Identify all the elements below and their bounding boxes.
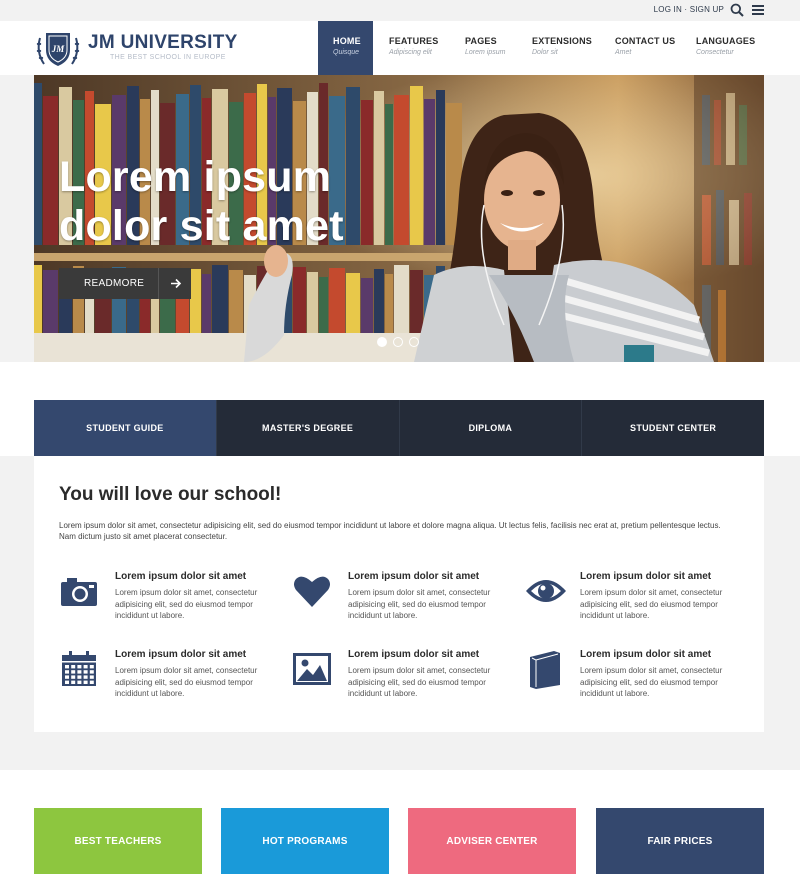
nav-sublabel: Lorem ipsum [465, 49, 506, 56]
nav-label: PAGES [465, 36, 497, 46]
crest-text: JM [51, 44, 66, 54]
nav-label: LANGUAGES [696, 36, 756, 46]
site-logo[interactable]: JM JM UNIVERSITY THE BEST SCHOOL IN EURO… [34, 28, 244, 70]
feature-item: Lorem ipsum dolor sit amet Lorem ipsum do… [292, 571, 512, 631]
feature-title[interactable]: Lorem ipsum dolor sit amet [348, 649, 479, 660]
nav-sublabel: Amet [615, 49, 632, 56]
camera-icon [59, 571, 99, 611]
slider-dot-3[interactable] [409, 337, 419, 347]
feature-description: Lorem ipsum dolor sit amet, consectetur … [348, 666, 491, 698]
hero-title: Lorem ipsum dolor sit amet [59, 153, 419, 251]
nav-item-features[interactable]: FEATURES Adipiscing elit [373, 21, 446, 75]
login-link[interactable]: LOG IN [654, 5, 682, 14]
cta-hot-programs[interactable]: HOT PROGRAMS [221, 808, 389, 874]
brand-tagline: THE BEST SCHOOL IN EUROPE [110, 54, 226, 61]
feature-description: Lorem ipsum dolor sit amet, consectetur … [115, 588, 258, 620]
section-intro: Lorem ipsum dolor sit amet, consectetur … [59, 521, 721, 541]
search-icon[interactable] [730, 3, 744, 17]
feature-item: Lorem ipsum dolor sit amet Lorem ipsum do… [524, 571, 744, 631]
nav-label: EXTENSIONS [532, 36, 593, 46]
book-icon [524, 649, 564, 689]
calendar-icon [59, 649, 99, 689]
nav-sublabel: Consectetur [696, 49, 734, 56]
brand-name: JM UNIVERSITY [88, 32, 238, 53]
auth-separator: · [684, 5, 688, 14]
feature-title[interactable]: Lorem ipsum dolor sit amet [115, 571, 246, 582]
hamburger-icon[interactable] [752, 5, 764, 16]
feature-description: Lorem ipsum dolor sit amet, consectetur … [580, 666, 723, 698]
features-section: You will love our school! Lorem ipsum do… [34, 456, 764, 732]
feature-description: Lorem ipsum dolor sit amet, consectetur … [580, 588, 723, 620]
feature-item: Lorem ipsum dolor sit amet Lorem ipsum do… [524, 649, 744, 709]
readmore-label: READMORE [84, 278, 145, 289]
cta-best-teachers[interactable]: BEST TEACHERS [34, 808, 202, 874]
tab-student-guide[interactable]: STUDENT GUIDE [34, 400, 217, 456]
cta-fair-prices[interactable]: FAIR PRICES [596, 808, 764, 874]
main-navigation: HOME Quisque FEATURES Adipiscing elit PAGES L… [318, 21, 763, 75]
signup-link[interactable]: SIGN UP [690, 5, 724, 14]
nav-sublabel: Adipiscing elit [389, 49, 432, 56]
section-title: You will love our school! [59, 484, 282, 505]
feature-item: Lorem ipsum dolor sit amet Lorem ipsum do… [59, 571, 279, 631]
tab-student-center[interactable]: STUDENT CENTER [582, 400, 764, 456]
nav-item-extensions[interactable]: EXTENSIONS Dolor sit [516, 21, 599, 75]
nav-item-home[interactable]: HOME Quisque [318, 21, 373, 75]
nav-label: HOME [333, 36, 361, 46]
nav-sublabel: Dolor sit [532, 49, 558, 56]
feature-title[interactable]: Lorem ipsum dolor sit amet [580, 571, 711, 582]
nav-item-languages[interactable]: LANGUAGES Consectetur [681, 21, 763, 75]
auth-links: LOG IN · SIGN UP [654, 5, 724, 14]
feature-title[interactable]: Lorem ipsum dolor sit amet [580, 649, 711, 660]
heart-icon [292, 571, 332, 611]
tab-diploma[interactable]: DIPLOMA [399, 400, 583, 456]
hero-title-line-2: dolor sit amet [59, 202, 344, 250]
program-tabs: STUDENT GUIDE MASTER'S DEGREE DIPLOMA STUDE… [34, 400, 764, 456]
feature-title[interactable]: Lorem ipsum dolor sit amet [115, 649, 246, 660]
site-header: JM JM UNIVERSITY THE BEST SCHOOL IN EURO… [0, 21, 800, 75]
nav-label: CONTACT US [615, 36, 676, 46]
image-icon [292, 649, 332, 689]
crest-icon: JM [36, 33, 80, 66]
eye-icon [524, 571, 566, 611]
arrow-right-icon [158, 268, 191, 299]
slider-dots [377, 337, 419, 347]
cta-adviser-center[interactable]: ADVISER CENTER [408, 808, 576, 874]
feature-title[interactable]: Lorem ipsum dolor sit amet [348, 571, 479, 582]
hero-title-line-1: Lorem ipsum [59, 153, 332, 201]
nav-item-contact-us[interactable]: CONTACT US Amet [599, 21, 681, 75]
top-utility-bar: LOG IN · SIGN UP [0, 0, 800, 21]
feature-item: Lorem ipsum dolor sit amet Lorem ipsum do… [59, 649, 279, 709]
nav-label: FEATURES [389, 36, 439, 46]
feature-item: Lorem ipsum dolor sit amet Lorem ipsum do… [292, 649, 512, 709]
nav-sublabel: Quisque [333, 49, 360, 56]
tab-master-s-degree[interactable]: MASTER'S DEGREE [216, 400, 400, 456]
hero-slider: Lorem ipsum dolor sit amet READMORE [34, 75, 764, 362]
nav-item-pages[interactable]: PAGES Lorem ipsum [446, 21, 516, 75]
feature-description: Lorem ipsum dolor sit amet, consectetur … [348, 588, 491, 620]
feature-description: Lorem ipsum dolor sit amet, consectetur … [115, 666, 258, 698]
readmore-button[interactable]: READMORE [59, 268, 191, 299]
slider-dot-1[interactable] [377, 337, 387, 347]
slider-dot-2[interactable] [393, 337, 403, 347]
